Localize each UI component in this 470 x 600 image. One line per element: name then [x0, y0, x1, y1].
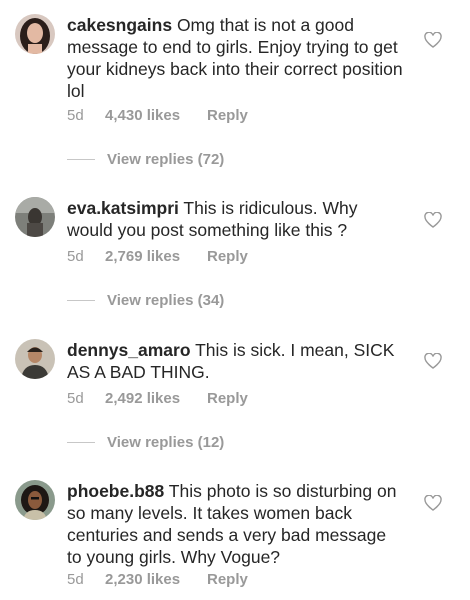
view-replies-button[interactable]: View replies (72) [67, 151, 224, 168]
view-replies-label: View replies (72) [107, 151, 225, 168]
comment-meta: 5d 2,230 likes Reply [67, 571, 248, 588]
avatar[interactable] [15, 197, 55, 237]
comment-username[interactable]: cakesngains [67, 15, 172, 35]
comment-meta: 5d 4,430 likes Reply [67, 107, 248, 124]
comment-text-block: eva.katsimpri This is ridiculous. Why wo… [67, 197, 403, 241]
comment-likes[interactable]: 4,430 likes [105, 107, 207, 124]
divider-line [67, 300, 95, 301]
comment-text-block: phoebe.b88 This photo is so disturbing o… [67, 480, 403, 568]
comment-text-block: dennys_amaro This is sick. I mean, SICK … [67, 339, 403, 383]
comment-username[interactable]: eva.katsimpri [67, 198, 179, 218]
reply-button[interactable]: Reply [207, 390, 248, 407]
heart-outline-icon[interactable] [424, 494, 442, 511]
comment-age: 5d [67, 107, 84, 124]
avatar[interactable] [15, 339, 55, 379]
reply-button[interactable]: Reply [207, 248, 248, 265]
comment-age: 5d [67, 248, 84, 265]
comment-username[interactable]: dennys_amaro [67, 340, 191, 360]
comment-likes[interactable]: 2,769 likes [105, 248, 207, 265]
heart-outline-icon[interactable] [424, 352, 442, 369]
view-replies-button[interactable]: View replies (12) [67, 434, 224, 451]
reply-button[interactable]: Reply [207, 107, 248, 124]
comment-likes[interactable]: 2,230 likes [105, 571, 207, 588]
heart-outline-icon[interactable] [424, 31, 442, 48]
view-replies-button[interactable]: View replies (34) [67, 292, 224, 309]
comment-text-block: cakesngains Omg that is not a good messa… [67, 14, 403, 102]
divider-line [67, 159, 95, 160]
comment-age: 5d [67, 390, 84, 407]
avatar[interactable] [15, 480, 55, 520]
comment-username[interactable]: phoebe.b88 [67, 481, 164, 501]
reply-button[interactable]: Reply [207, 571, 248, 588]
avatar[interactable] [15, 14, 55, 54]
comment-likes[interactable]: 2,492 likes [105, 390, 207, 407]
comment-meta: 5d 2,769 likes Reply [67, 248, 248, 265]
view-replies-label: View replies (12) [107, 434, 225, 451]
heart-outline-icon[interactable] [424, 211, 442, 228]
comment-age: 5d [67, 571, 84, 588]
comment-meta: 5d 2,492 likes Reply [67, 390, 248, 407]
view-replies-label: View replies (34) [107, 292, 225, 309]
divider-line [67, 442, 95, 443]
